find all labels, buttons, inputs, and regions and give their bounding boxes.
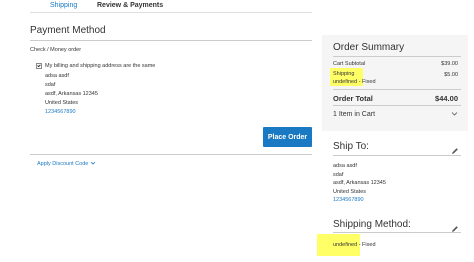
shipping-method-value: undefined - Fixed (333, 242, 376, 248)
ship-to-name: adsa asdf (333, 163, 357, 169)
ship-to-street: sdaf (333, 171, 344, 178)
billing-city: asdf, Arkansas 12345 (45, 91, 98, 97)
billing-street: sdaf (45, 82, 56, 88)
apply-discount-link[interactable]: Apply Discount Code (37, 161, 88, 167)
steps-divider (30, 12, 312, 13)
order-total-label: Order Total (333, 94, 373, 103)
ship-to-address: adsa asdf sdaf asdf, Arkansas 12345 Unit… (333, 162, 386, 205)
pencil-edit-icon[interactable] (451, 142, 459, 154)
pencil-edit-icon[interactable] (451, 220, 459, 232)
ship-to-country: United States (333, 188, 367, 195)
shipping-method-divider (333, 232, 461, 233)
payment-method-title: Payment Method (30, 25, 106, 36)
ship-to-title: Ship To: (333, 141, 369, 152)
payment-divider (30, 40, 312, 41)
ship-to-divider (333, 155, 461, 156)
billing-country: United States (45, 100, 79, 106)
shipping-method-text: undefined - Fixed (333, 79, 376, 85)
shipping-label: Shipping (333, 71, 355, 77)
summary-divider-2 (333, 89, 461, 90)
ship-to-phone-link[interactable]: 1234567890 (333, 196, 386, 205)
cart-subtotal-label: Cart Subtotal (333, 61, 366, 67)
order-summary-title: Order Summary (333, 42, 405, 53)
items-in-cart-toggle[interactable]: 1 Item in Cart (333, 111, 375, 118)
shipping-method-title: Shipping Method: (333, 219, 411, 230)
billing-name: adsa asdf (45, 73, 69, 79)
step-review-payments: Review & Payments (97, 2, 164, 9)
place-order-button[interactable]: Place Order (263, 127, 312, 147)
cart-subtotal-value: $39.00 (441, 61, 458, 67)
same-address-checkbox[interactable] (36, 63, 42, 69)
place-order-divider (30, 154, 312, 155)
billing-address: adsa asdf sdaf asdf, Arkansas 12345 Unit… (45, 72, 98, 117)
chevron-down-icon[interactable] (451, 110, 458, 119)
ship-to-city: asdf, Arkansas 12345 (333, 180, 386, 186)
shipping-value: $5.00 (444, 72, 458, 78)
summary-divider (333, 56, 461, 57)
billing-phone-link[interactable]: 1234567890 (45, 108, 98, 117)
order-total-value: $44.00 (435, 94, 458, 103)
step-shipping[interactable]: Shipping (50, 2, 77, 9)
payment-option-label[interactable]: Check / Money order (30, 47, 81, 53)
summary-divider-3 (333, 105, 461, 106)
same-address-label[interactable]: My billing and shipping address are the … (45, 63, 155, 69)
chevron-down-icon[interactable] (90, 160, 96, 168)
